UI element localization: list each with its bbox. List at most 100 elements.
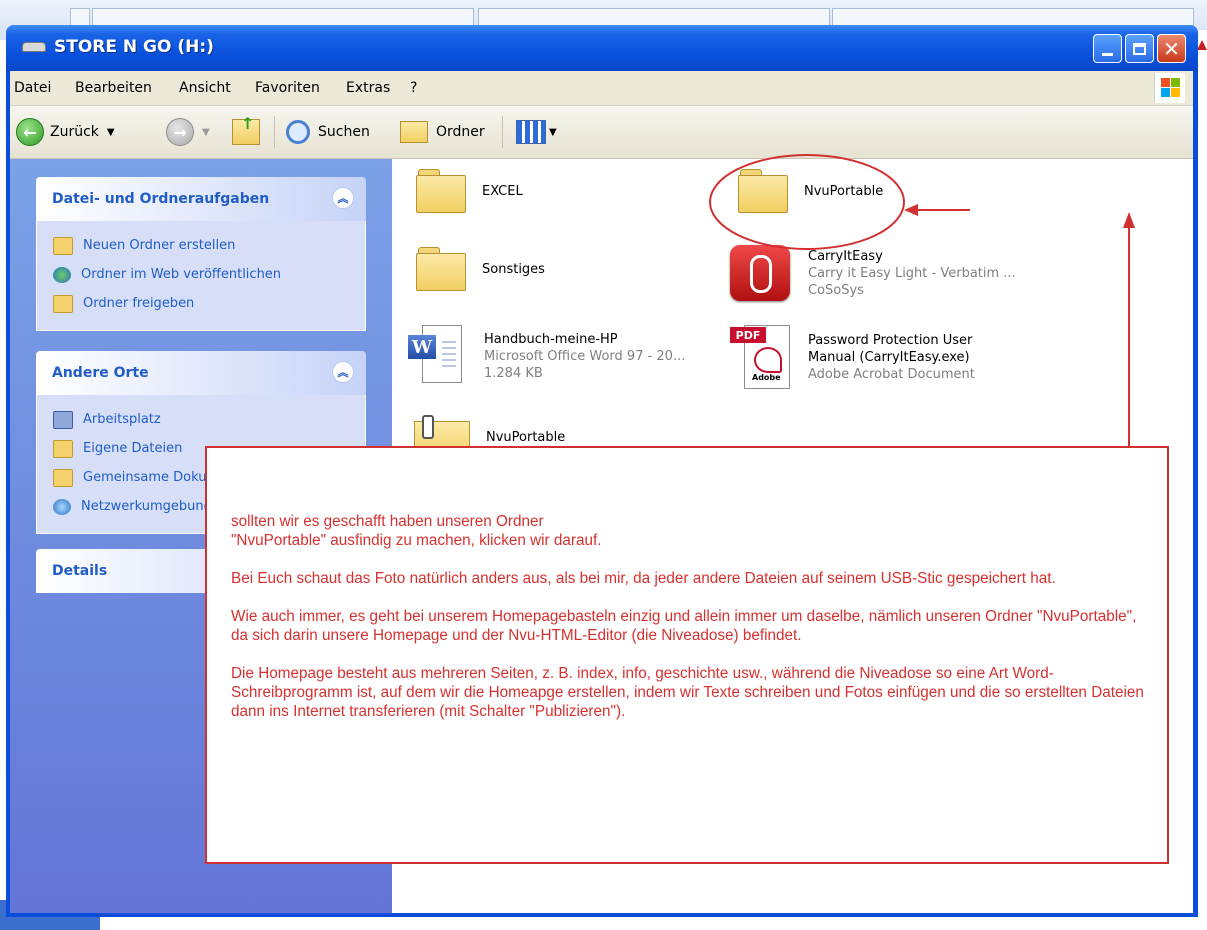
annotation-paragraph: Wie auch immer, es geht bei unserem Home… (231, 608, 1137, 644)
search-button[interactable]: Suchen (286, 106, 370, 158)
folders-icon (400, 121, 428, 143)
search-label: Suchen (318, 124, 370, 140)
up-folder-icon: ↑ (232, 114, 260, 145)
folder-icon (416, 247, 466, 291)
file-type: Adobe Acrobat Document (808, 366, 975, 382)
task-label: Ordner freigeben (83, 296, 195, 311)
annotation-paragraph: Bei Euch schaut das Foto natürlich ander… (231, 570, 1056, 587)
file-company: CoSoSys (808, 282, 864, 298)
place-label: Eigene Dateien (83, 441, 183, 456)
word-document-icon: W (408, 325, 466, 387)
close-icon: ✕ (1163, 36, 1180, 61)
forward-button[interactable]: → ▼ (166, 106, 210, 158)
adobe-label: Adobe (752, 373, 781, 382)
folder-icon (738, 169, 788, 213)
other-places-title: Andere Orte (52, 365, 149, 381)
annotation-text: sollten wir es geschafft haben unseren O… (231, 512, 1151, 740)
file-item-handbuch[interactable]: W Handbuch-meine-HP Microsoft Office Wor… (408, 325, 685, 387)
place-label: Arbeitsplatz (83, 412, 161, 427)
chevron-down-icon: ▼ (106, 126, 115, 138)
maximize-button[interactable] (1125, 34, 1154, 63)
place-my-computer[interactable]: Arbeitsplatz (37, 405, 365, 434)
menu-datei[interactable]: Datei (14, 80, 51, 96)
file-tasks-panel: Datei- und Ordneraufgaben ︽ Neuen Ordner… (36, 177, 366, 331)
task-new-folder[interactable]: Neuen Ordner erstellen (37, 231, 365, 260)
shared-folder-icon (53, 468, 73, 487)
collapse-icon[interactable]: ︽ (332, 187, 354, 209)
place-label: Netzwerkumgebung (81, 499, 212, 514)
task-publish-web[interactable]: Ordner im Web veröffentlichen (37, 260, 365, 289)
toolbar: ← Zurück ▼ → ▼ ↑ Suchen Ordner ▼ (10, 106, 1193, 159)
pdf-tag: PDF (730, 327, 766, 343)
file-details: Handbuch-meine-HP Microsoft Office Word … (484, 331, 685, 382)
file-details: CarryItEasy Carry it Easy Light - Verbat… (808, 248, 1016, 299)
file-name: Handbuch-meine-HP (484, 331, 618, 347)
file-name: NvuPortable (804, 183, 884, 199)
share-folder-icon (53, 294, 73, 313)
minimize-icon (1102, 53, 1113, 56)
file-details: Password Protection User Manual (CarryIt… (808, 332, 975, 383)
back-button[interactable]: ← Zurück ▼ (16, 106, 115, 158)
network-icon (53, 498, 71, 515)
folder-icon (416, 169, 466, 213)
file-description: Carry it Easy Light - Verbatim ... (808, 265, 1016, 281)
file-name: NvuPortable (486, 429, 566, 445)
maximize-icon (1133, 42, 1146, 55)
file-tasks-header[interactable]: Datei- und Ordneraufgaben ︽ (36, 177, 366, 221)
chevron-down-icon: ▼ (202, 126, 210, 138)
annotation-paragraph: sollten wir es geschafft haben unseren O… (231, 513, 602, 549)
annotation-paragraph: Die Homepage besteht aus mehreren Seiten… (231, 665, 1144, 720)
task-share-folder[interactable]: Ordner freigeben (37, 289, 365, 318)
file-name: Password Protection User (808, 332, 973, 348)
back-arrow-icon: ← (16, 118, 44, 146)
task-label: Ordner im Web veröffentlichen (81, 267, 282, 282)
other-places-header[interactable]: Andere Orte ︽ (36, 351, 366, 395)
file-name-cont: Manual (CarryItEasy.exe) (808, 349, 970, 365)
file-name: EXCEL (482, 183, 523, 199)
folders-button[interactable]: Ordner (400, 106, 485, 158)
views-button[interactable]: ▼ (516, 106, 557, 158)
file-name: Sonstiges (482, 261, 545, 277)
toolbar-separator (502, 116, 503, 148)
forward-arrow-icon: → (166, 118, 194, 146)
task-label: Neuen Ordner erstellen (83, 238, 236, 253)
menu-help[interactable]: ? (410, 80, 417, 96)
file-size: 1.284 KB (484, 365, 543, 381)
file-item-sonstiges[interactable]: Sonstiges (416, 247, 545, 291)
minimize-button[interactable] (1093, 34, 1122, 63)
file-item-carryiteasy[interactable]: CarryItEasy Carry it Easy Light - Verbat… (730, 245, 1016, 301)
toolbar-separator (274, 116, 275, 148)
menu-extras[interactable]: Extras (346, 80, 390, 96)
file-item-excel[interactable]: EXCEL (416, 169, 523, 213)
collapse-icon[interactable]: ︽ (332, 361, 354, 383)
paperclip-app-icon (730, 245, 790, 301)
up-folder-button[interactable]: ↑ (232, 106, 260, 158)
globe-icon (53, 266, 71, 283)
chevron-down-icon: ▼ (549, 126, 557, 138)
file-item-nvuportable[interactable]: NvuPortable (738, 169, 883, 213)
file-type: Microsoft Office Word 97 - 20... (484, 348, 686, 364)
drive-icon (22, 42, 46, 52)
views-icon (516, 120, 546, 144)
back-label: Zurück (50, 124, 99, 140)
folders-label: Ordner (436, 124, 485, 140)
search-icon (286, 120, 310, 144)
windows-logo-icon (1154, 73, 1185, 103)
file-name: CarryItEasy (808, 248, 883, 264)
file-tasks-body: Neuen Ordner erstellen Ordner im Web ver… (36, 221, 366, 331)
documents-folder-icon (53, 439, 73, 458)
window-title: STORE N GO (H:) (54, 37, 214, 57)
menu-bar: Datei Bearbeiten Ansicht Favoriten Extra… (10, 71, 1193, 106)
menu-bearbeiten[interactable]: Bearbeiten (75, 80, 152, 96)
pdf-icon: PDF Adobe (730, 325, 790, 389)
annotation-note: sollten wir es geschafft haben unseren O… (205, 446, 1169, 864)
title-bar[interactable]: STORE N GO (H:) ✕ (6, 25, 1198, 71)
file-tasks-title: Datei- und Ordneraufgaben (52, 191, 270, 207)
menu-ansicht[interactable]: Ansicht (179, 80, 231, 96)
details-title: Details (52, 563, 108, 579)
computer-icon (53, 410, 73, 429)
close-button[interactable]: ✕ (1157, 34, 1186, 63)
menu-favoriten[interactable]: Favoriten (255, 80, 320, 96)
new-folder-icon (53, 236, 73, 255)
file-item-password-manual[interactable]: PDF Adobe Password Protection User Manual… (730, 325, 975, 389)
